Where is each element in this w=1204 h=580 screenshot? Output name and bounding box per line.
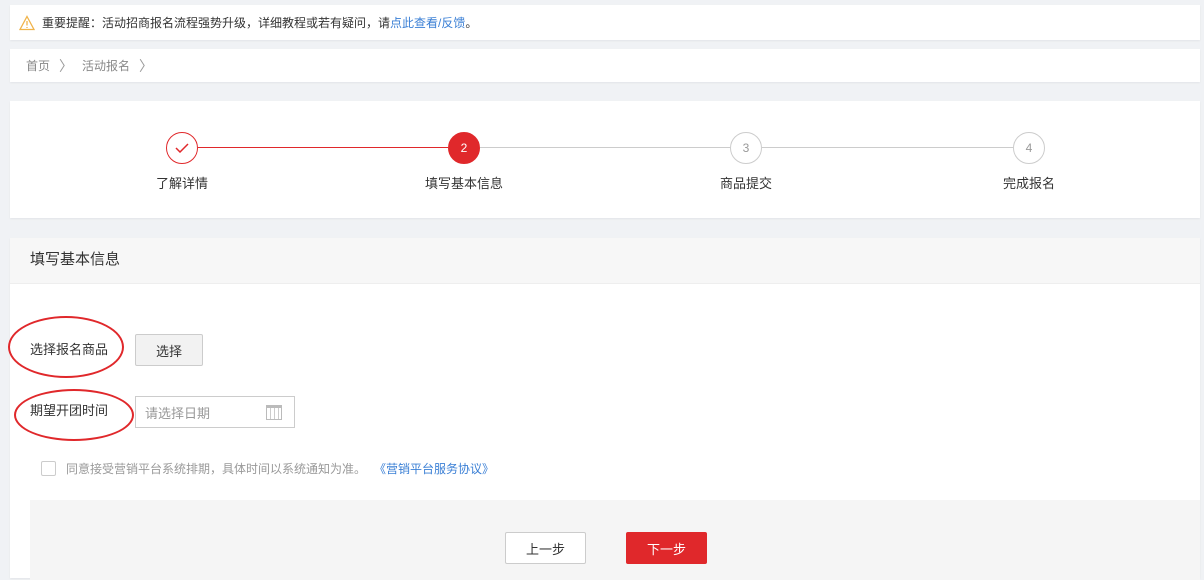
prev-step-button[interactable]: 上一步 bbox=[505, 532, 586, 564]
breadcrumb: 首页 〉 活动报名 〉 bbox=[10, 49, 1200, 82]
form-title: 填写基本信息 bbox=[10, 238, 1200, 284]
notice-text: 重要提醒：活动招商报名流程强势升级，详细教程或若有疑问，请 bbox=[42, 16, 391, 30]
select-product-button[interactable]: 选择 bbox=[135, 334, 203, 366]
annotation-circle bbox=[14, 389, 134, 441]
step-3-label: 商品提交 bbox=[719, 176, 772, 191]
agreement-link[interactable]: 《营销平台服务协议》 bbox=[374, 460, 494, 477]
step-2-number: 2 bbox=[448, 132, 480, 164]
date-input[interactable]: 请选择日期 bbox=[135, 396, 295, 428]
notice-suffix: 。 bbox=[465, 16, 478, 30]
breadcrumb-home[interactable]: 首页 bbox=[26, 57, 50, 74]
step-2-label: 填写基本信息 bbox=[424, 176, 503, 191]
steps: 了解详情 2 填写基本信息 3 商品提交 4 完成报名 bbox=[0, 101, 1204, 218]
chevron-right-icon: 〉 bbox=[139, 57, 154, 74]
step-4-number: 4 bbox=[1013, 132, 1045, 164]
form-footer: 上一步 下一步 bbox=[30, 500, 1200, 580]
annotation-circle bbox=[8, 316, 124, 378]
agreement-row: 同意接受营销平台系统排期，具体时间以系统通知为准。 《营销平台服务协议》 bbox=[41, 460, 494, 477]
step-3-number: 3 bbox=[730, 132, 762, 164]
step-1-check-icon bbox=[166, 132, 198, 164]
agree-text: 同意接受营销平台系统排期，具体时间以系统通知为准。 bbox=[66, 462, 367, 476]
form-panel: 填写基本信息 选择报名商品 选择 期望开团时间 请选择日期 同意接受营销平台系统… bbox=[8, 238, 1200, 580]
agree-checkbox[interactable] bbox=[41, 461, 56, 476]
chevron-right-icon: 〉 bbox=[59, 57, 74, 74]
step-4-label: 完成报名 bbox=[1002, 176, 1055, 191]
warning-icon bbox=[19, 14, 35, 30]
breadcrumb-activity[interactable]: 活动报名 bbox=[82, 57, 130, 74]
step-1-label: 了解详情 bbox=[155, 176, 208, 191]
calendar-icon[interactable] bbox=[266, 405, 282, 420]
date-placeholder: 请选择日期 bbox=[145, 405, 211, 421]
notice-link[interactable]: 点此查看/反馈 bbox=[390, 14, 465, 31]
next-step-button[interactable]: 下一步 bbox=[626, 532, 707, 564]
notice-bar: 重要提醒：活动招商报名流程强势升级，详细教程或若有疑问，请 点此查看/反馈。 bbox=[10, 5, 1200, 40]
